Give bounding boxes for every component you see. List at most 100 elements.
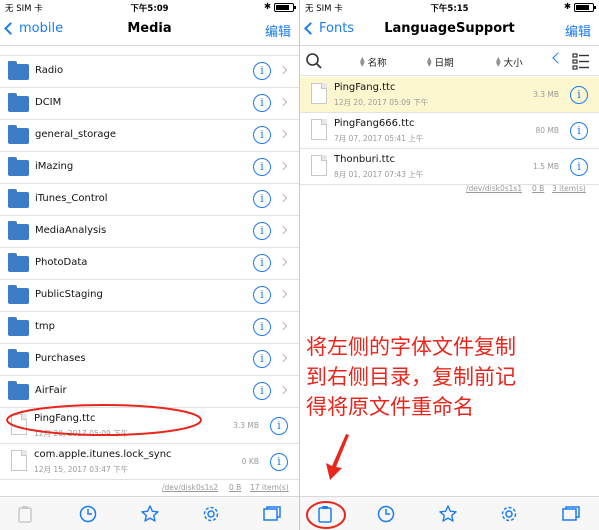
highlight-oval: [6, 404, 202, 436]
list-item-folder[interactable]: general_storage i: [0, 120, 299, 152]
folder-icon: [8, 317, 29, 336]
star-icon[interactable]: [438, 504, 458, 524]
folder-name: DCIM: [35, 97, 62, 108]
chevron-right-icon: [278, 225, 288, 235]
folder-icon: [8, 221, 29, 240]
list-item-folder[interactable]: iTunes_Control i: [0, 184, 299, 216]
list-item-folder[interactable]: PublicStaging i: [0, 280, 299, 312]
gear-icon[interactable]: [201, 504, 221, 524]
file-list: PingFang.ttc 12月 20, 2017 05:09 下午 3.3 M…: [300, 77, 599, 185]
star-icon[interactable]: [140, 504, 160, 524]
list-item-file-selected[interactable]: PingFang.ttc 12月 20, 2017 05:09 下午 3.3 M…: [300, 77, 599, 113]
info-icon[interactable]: i: [253, 350, 271, 368]
sort-label: 名称: [367, 58, 387, 69]
info-icon[interactable]: i: [570, 158, 588, 176]
folder-icon: [8, 189, 29, 208]
disk-path-link[interactable]: /dev/disk0s1s1: [466, 184, 522, 193]
clock: 下午5:15: [430, 4, 469, 14]
document-icon: [311, 119, 327, 140]
info-icon[interactable]: i: [253, 62, 271, 80]
document-icon: [311, 155, 327, 176]
chevron-right-icon: [278, 65, 288, 75]
disk-size-link[interactable]: 0 B: [532, 184, 544, 193]
folder-name: MediaAnalysis: [35, 225, 107, 236]
chevron-right-icon: [278, 97, 288, 107]
list-item-folder[interactable]: Radio i: [0, 56, 299, 88]
list-item-folder[interactable]: PhotoData i: [0, 248, 299, 280]
file-name: PingFang.ttc: [334, 82, 396, 93]
left-screen-media: 无 SIM 卡 下午5:09 ✱ mobile Media 编辑 Radio i D…: [0, 0, 299, 530]
chevron-right-icon: [278, 321, 288, 331]
info-icon[interactable]: i: [253, 254, 271, 272]
folder-icon: [8, 381, 29, 400]
sort-label: 日期: [434, 58, 454, 69]
list-item-folder[interactable]: tmp i: [0, 312, 299, 344]
info-icon[interactable]: i: [253, 286, 271, 304]
info-icon[interactable]: i: [253, 94, 271, 112]
file-size: 3.3 MB: [233, 421, 259, 430]
page-title: LanguageSupport: [384, 21, 515, 36]
sort-arrows-icon: ▲ ▼: [496, 56, 501, 68]
list-item-folder[interactable]: MediaAnalysis i: [0, 216, 299, 248]
clock-icon[interactable]: [78, 504, 98, 524]
edit-button[interactable]: 编辑: [565, 21, 591, 40]
gear-icon[interactable]: [499, 504, 519, 524]
folder-name: Purchases: [35, 353, 86, 364]
sort-label: 大小: [503, 58, 523, 69]
folder-name: iMazing: [35, 161, 74, 172]
clock-icon[interactable]: [376, 504, 396, 524]
item-count-link[interactable]: 3 item(s): [552, 184, 586, 193]
edit-button[interactable]: 编辑: [265, 21, 291, 40]
list-item-folder[interactable]: iMazing i: [0, 152, 299, 184]
info-icon[interactable]: i: [270, 453, 288, 471]
list-item-partial[interactable]: [0, 46, 299, 56]
file-size: 3.3 MB: [533, 90, 559, 99]
list-view-icon[interactable]: [572, 52, 590, 70]
info-icon[interactable]: i: [570, 86, 588, 104]
list-item-file[interactable]: com.apple.itunes.lock_sync 12月 15, 2017 …: [0, 444, 299, 480]
sort-arrows-icon: ▲ ▼: [360, 56, 365, 68]
folder-name: general_storage: [35, 129, 116, 140]
disk-size-link[interactable]: 0 B: [229, 483, 241, 492]
annotation-text: 将左侧的字体文件复制 到右侧目录，复制前记 得将原文件重命名: [306, 332, 596, 422]
info-icon[interactable]: i: [253, 158, 271, 176]
info-icon[interactable]: i: [253, 222, 271, 240]
info-icon[interactable]: i: [253, 190, 271, 208]
list-item-file[interactable]: PingFang666.ttc 7月 07, 2017 05:41 上午 80 …: [300, 113, 599, 149]
file-size: 0 KB: [241, 457, 259, 466]
sort-bar: ▲ ▼ 名称 ▲ ▼ 日期 ▲ ▼ 大小: [300, 46, 599, 76]
list-item-folder[interactable]: Purchases i: [0, 344, 299, 376]
file-name: PingFang666.ttc: [334, 118, 415, 129]
folder-icon: [8, 93, 29, 112]
page-title: Media: [127, 21, 172, 36]
folder-name: PhotoData: [35, 257, 88, 268]
info-icon[interactable]: i: [570, 122, 588, 140]
search-icon[interactable]: [305, 52, 323, 70]
list-item-file[interactable]: Thonburi.ttc 8月 01, 2017 07:43 上午 1.5 MB…: [300, 149, 599, 185]
windows-icon[interactable]: [561, 504, 581, 524]
red-arrow-icon: [326, 434, 349, 480]
file-date: 12月 20, 2017 05:09 下午: [334, 98, 429, 107]
file-name: Thonburi.ttc: [334, 154, 395, 165]
sort-by-name[interactable]: ▲ ▼ 名称: [360, 55, 387, 70]
sort-by-size[interactable]: ▲ ▼ 大小: [496, 55, 523, 70]
list-item-folder[interactable]: DCIM i: [0, 88, 299, 120]
folder-icon: [8, 285, 29, 304]
clipboard-icon[interactable]: [15, 504, 35, 524]
info-icon[interactable]: i: [253, 126, 271, 144]
folder-name: Radio: [35, 65, 64, 76]
tab-bar: [0, 496, 299, 530]
disk-path-link[interactable]: /dev/disk0s1s2: [162, 483, 218, 492]
annotation-line: 将左侧的字体文件复制: [306, 335, 516, 359]
info-icon[interactable]: i: [253, 318, 271, 336]
info-icon[interactable]: i: [253, 382, 271, 400]
nav-bar: mobile Media 编辑: [0, 16, 299, 46]
chevron-left-icon[interactable]: [552, 52, 564, 64]
item-count-link[interactable]: 17 item(s): [250, 483, 289, 492]
info-icon[interactable]: i: [270, 417, 288, 435]
chevron-right-icon: [278, 289, 288, 299]
windows-icon[interactable]: [262, 504, 282, 524]
status-right-icons: ✱: [264, 2, 296, 12]
sort-by-date[interactable]: ▲ ▼ 日期: [427, 55, 454, 70]
file-size: 1.5 MB: [533, 162, 559, 171]
